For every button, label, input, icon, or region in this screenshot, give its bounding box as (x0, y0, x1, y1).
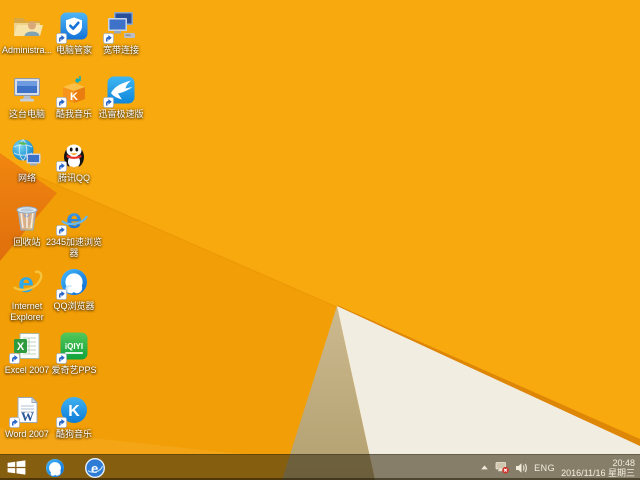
desktop-icon-label: 酷我音乐 (55, 109, 92, 119)
chevron-up-icon (481, 465, 488, 470)
desktop-icon-art (103, 10, 137, 44)
app-icon: e (11, 266, 43, 298)
svg-text:W: W (21, 409, 34, 424)
desktop: Administra... 电脑管家 宽带连接 这台电脑 K 酷我音乐 迅雷极速… (0, 0, 640, 480)
desktop-icon-label: 宽带连接 (102, 45, 139, 55)
shortcut-arrow-icon (56, 161, 67, 172)
app-icon (11, 138, 43, 170)
volume-icon[interactable] (515, 462, 528, 474)
svg-text:e: e (66, 203, 82, 234)
desktop-icon-art (56, 266, 90, 300)
desktop-icon-label: QQ浏览器 (53, 301, 95, 311)
desktop-icon-label: 迅雷极速版 (98, 109, 144, 119)
desktop-icon-grid: Administra... 电脑管家 宽带连接 这台电脑 K 酷我音乐 迅雷极速… (0, 0, 640, 480)
desktop-icon-art (11, 202, 43, 234)
system-tray: ENG 20:48 2016/11/16 星期三 (480, 458, 640, 478)
clock-time: 20:48 (612, 457, 635, 468)
desktop-icon-broadband[interactable]: 宽带连接 (89, 10, 153, 56)
network-status-icon[interactable] (495, 461, 509, 474)
taskbar: e ENG 20:48 2016/11/16 星期三 (0, 454, 640, 480)
app-icon (11, 10, 43, 42)
language-indicator[interactable]: ENG (534, 463, 555, 473)
desktop-icon-iqiyi-pps[interactable]: iQIYI 爱奇艺PPS (42, 330, 106, 376)
shortcut-arrow-icon (56, 417, 67, 428)
desktop-icon-art (56, 138, 90, 172)
desktop-icon-qq-browser[interactable]: QQ浏览器 (42, 266, 106, 312)
desktop-icon-art (11, 74, 43, 106)
desktop-icon-art: iQIYI (56, 330, 90, 364)
clock-date: 2016/11/16 星期三 (561, 467, 635, 478)
clock[interactable]: 20:48 2016/11/16 星期三 (561, 458, 635, 478)
shortcut-arrow-icon (9, 417, 20, 428)
desktop-icon-label: 酷狗音乐 (55, 429, 92, 439)
svg-text:K: K (70, 91, 78, 103)
svg-text:e: e (18, 267, 34, 298)
desktop-icon-art (11, 138, 43, 170)
shortcut-arrow-icon (103, 33, 114, 44)
shortcut-arrow-icon (56, 289, 67, 300)
desktop-icon-label: 回收站 (13, 237, 41, 247)
svg-text:K: K (68, 403, 80, 420)
taskbar-apps: e (44, 457, 106, 479)
desktop-icon-art (103, 74, 137, 108)
desktop-icon-e-2345[interactable]: e 2345加速浏览器 (42, 202, 106, 259)
app-icon (11, 202, 43, 234)
shortcut-arrow-icon (56, 225, 67, 236)
desktop-icon-art (11, 10, 43, 42)
shortcut-arrow-icon (56, 33, 67, 44)
desktop-icon-art: X (9, 330, 43, 364)
desktop-icon-art: K (56, 394, 90, 428)
svg-text:iQIYI: iQIYI (65, 342, 83, 351)
desktop-icon-xunlei[interactable]: 迅雷极速版 (89, 74, 153, 120)
svg-text:X: X (17, 341, 25, 353)
desktop-icon-art: K (56, 74, 90, 108)
windows-logo-icon (7, 460, 26, 475)
desktop-icon-label: 2345加速浏览器 (45, 237, 103, 258)
desktop-icon-art (56, 10, 90, 44)
show-hidden-icons-button[interactable] (480, 464, 489, 471)
desktop-icon-art: W (9, 394, 43, 428)
desktop-icon-label: 这台电脑 (8, 109, 45, 119)
desktop-icon-label: 腾讯QQ (57, 173, 90, 183)
taskbar-icon-internet-explorer[interactable]: e (84, 457, 106, 479)
desktop-icon-art: e (56, 202, 90, 236)
svg-text:e: e (91, 460, 98, 475)
shortcut-arrow-icon (56, 353, 67, 364)
desktop-icon-label: 电脑管家 (55, 45, 92, 55)
desktop-icon-art: e (11, 266, 43, 298)
desktop-icon-label: 爱奇艺PPS (51, 365, 97, 375)
taskbar-icon-qq-browser[interactable] (44, 457, 66, 479)
start-button[interactable] (0, 455, 32, 480)
shortcut-arrow-icon (9, 353, 20, 364)
desktop-icon-label: 网络 (17, 173, 36, 183)
shortcut-arrow-icon (56, 97, 67, 108)
desktop-icon-qq[interactable]: 腾讯QQ (42, 138, 106, 184)
shortcut-arrow-icon (103, 97, 114, 108)
app-icon (11, 74, 43, 106)
desktop-icon-kugou-music[interactable]: K 酷狗音乐 (42, 394, 106, 440)
